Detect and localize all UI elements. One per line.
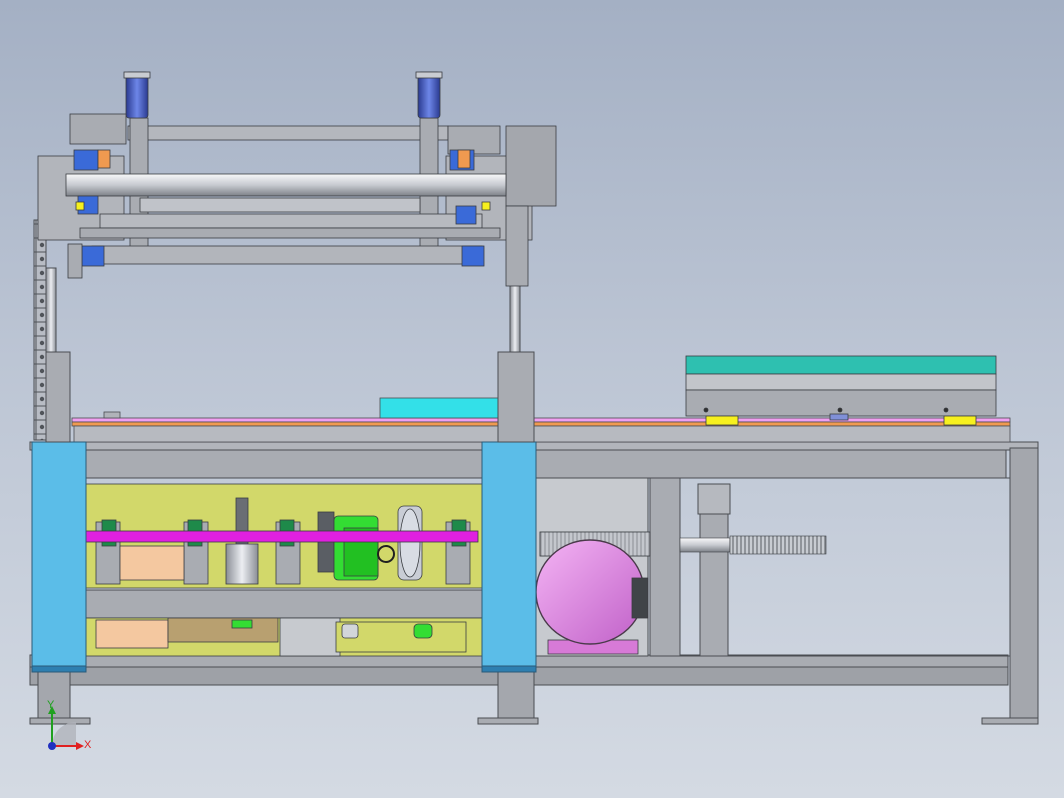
lead-screw xyxy=(679,535,827,555)
machine-assembly-drawing: Y X xyxy=(29,71,1039,751)
drive-bay xyxy=(85,483,487,657)
loading-plate xyxy=(685,355,997,426)
cad-viewport[interactable]: Y X xyxy=(0,0,1064,798)
upper-gantry xyxy=(37,71,557,287)
y-axis-label: Y xyxy=(47,699,55,711)
x-axis-label: X xyxy=(84,739,92,751)
